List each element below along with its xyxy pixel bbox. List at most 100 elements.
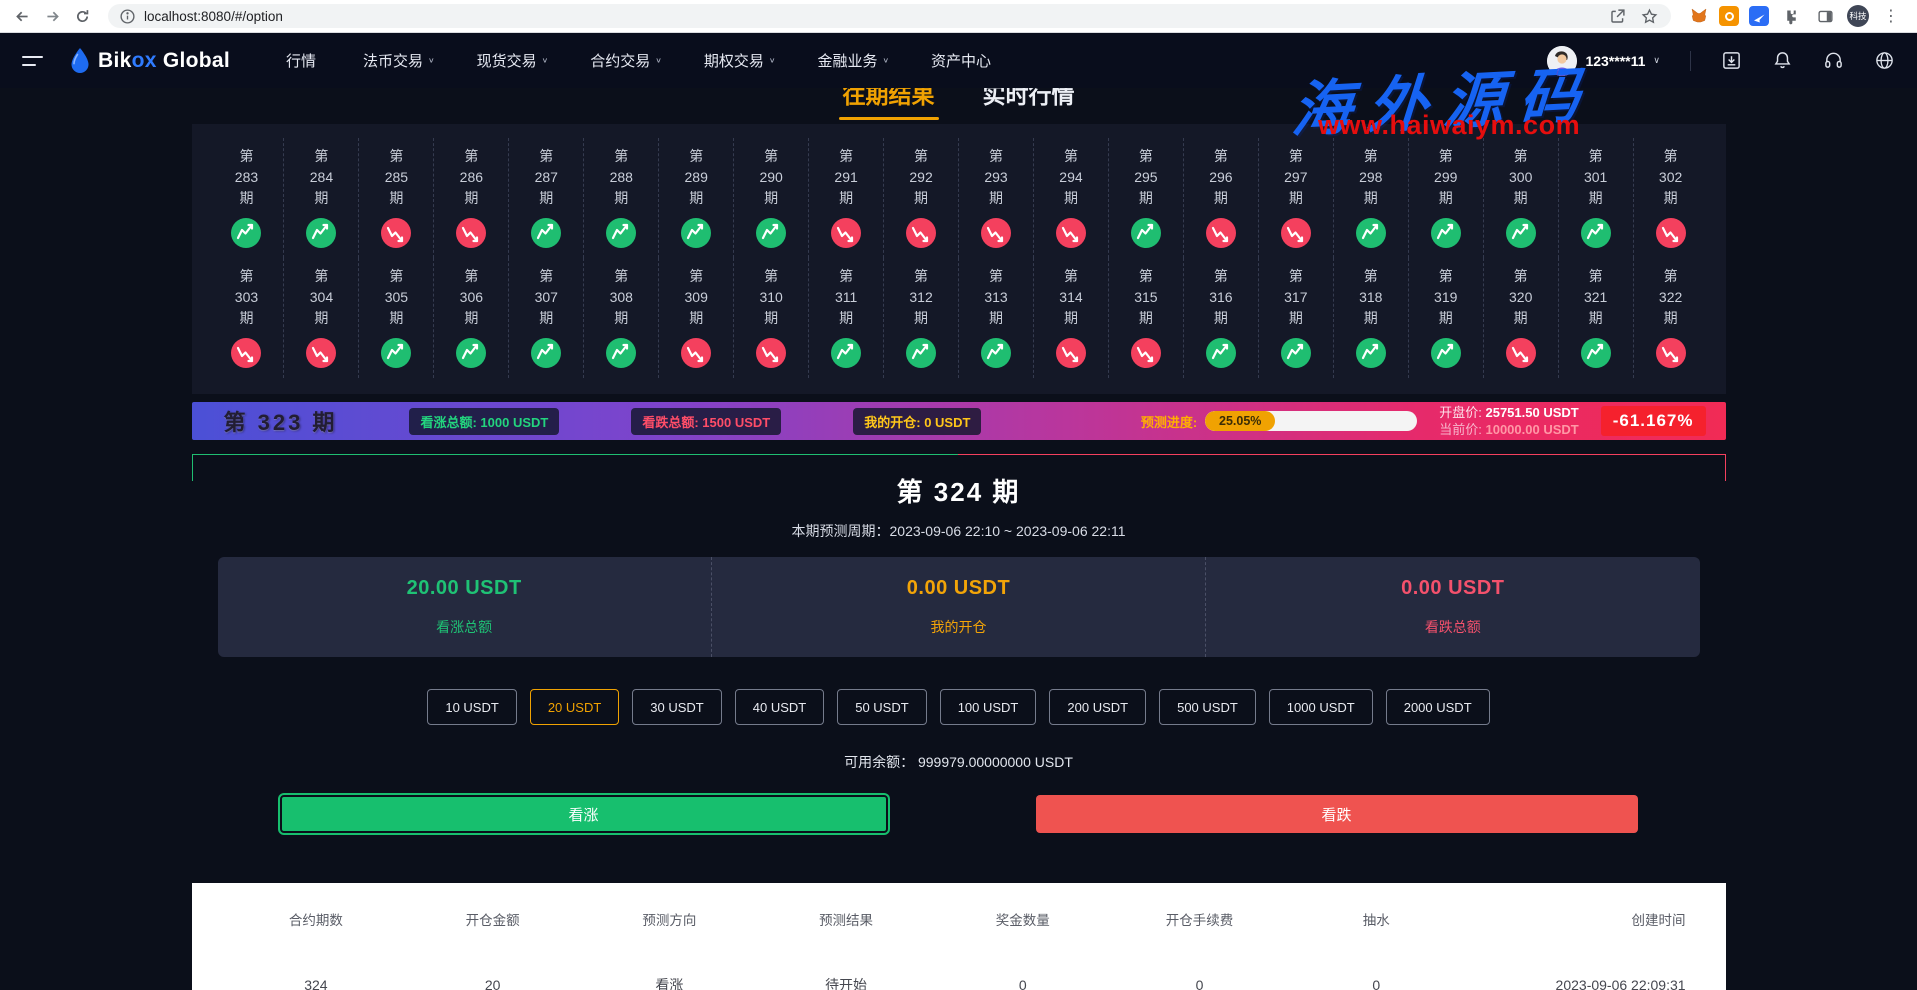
period-suffix: 期: [989, 188, 1003, 209]
nav-menu: 行情 法币交易 ∨ 现货交易 ∨ 合约交易 ∨ 期权交易 ∨ 金融业务 ∨ 资产…: [286, 50, 996, 71]
amount-button[interactable]: 1000 USDT: [1269, 689, 1373, 725]
period-prefix: 第: [1139, 146, 1153, 167]
period-number: 284: [310, 167, 333, 188]
period-suffix: 期: [764, 308, 778, 329]
user-menu[interactable]: 123****11 ∨: [1547, 46, 1660, 76]
period-suffix: 期: [614, 188, 628, 209]
trend-icon: [756, 338, 786, 368]
url-text[interactable]: localhost:8080/#/option: [144, 9, 1597, 24]
amount-button[interactable]: 200 USDT: [1049, 689, 1146, 725]
period-prefix: 第: [764, 146, 778, 167]
amount-button[interactable]: 50 USDT: [837, 689, 926, 725]
back-icon[interactable]: [10, 4, 34, 28]
divider: [1690, 51, 1691, 71]
period-prefix: 第: [314, 266, 328, 287]
trend-icon: [231, 218, 261, 248]
nav-item-label: 现货交易: [477, 50, 537, 71]
nav-menu-item[interactable]: 行情: [286, 50, 321, 71]
main-content: 往期结果 实时行情 第 283 期: [0, 88, 1917, 990]
browser-menu-icon[interactable]: ⋮: [1879, 6, 1903, 26]
chevron-down-icon: ∨: [882, 56, 889, 65]
period-cell: 第 313 期: [959, 258, 1034, 378]
nav-menu-item[interactable]: 法币交易 ∨: [363, 50, 435, 71]
change-percent-badge: -61.167%: [1601, 406, 1706, 436]
tab-label: 往期结果: [843, 88, 935, 110]
period-suffix: 期: [1289, 308, 1303, 329]
brand-logo[interactable]: Bikox Global: [68, 47, 230, 75]
period-suffix: 期: [1589, 188, 1603, 209]
support-headset-icon[interactable]: [1823, 50, 1844, 71]
period-number: 293: [984, 167, 1007, 188]
buy-down-button[interactable]: 看跌: [1036, 795, 1638, 833]
period-cell: 第 303 期: [210, 258, 285, 378]
url-bar[interactable]: localhost:8080/#/option: [108, 4, 1671, 28]
period-suffix: 期: [1064, 188, 1078, 209]
period-cell: 第 297 期: [1259, 138, 1334, 258]
period-prefix: 第: [1064, 266, 1078, 287]
blue-extension-icon[interactable]: [1749, 6, 1769, 26]
period-suffix: 期: [1439, 308, 1453, 329]
tab[interactable]: 实时行情: [979, 88, 1079, 122]
tab[interactable]: 往期结果: [839, 88, 939, 122]
period-cell: 第 294 期: [1034, 138, 1109, 258]
language-globe-icon[interactable]: [1874, 50, 1895, 71]
amount-button[interactable]: 30 USDT: [632, 689, 721, 725]
period-cell: 第 296 期: [1184, 138, 1259, 258]
period-number: 305: [385, 287, 408, 308]
period-row-2: 第 303 期 第 304: [210, 258, 1708, 378]
buy-up-button[interactable]: 看涨: [280, 795, 888, 833]
notifications-bell-icon[interactable]: [1772, 50, 1793, 71]
period-suffix: 期: [764, 188, 778, 209]
nav-menu-item[interactable]: 金融业务 ∨: [817, 50, 889, 71]
stat-value: 0.00 USDT: [907, 577, 1010, 600]
hamburger-menu-icon[interactable]: [22, 56, 46, 66]
amount-button[interactable]: 10 USDT: [427, 689, 516, 725]
period-cell: 第 293 期: [959, 138, 1034, 258]
period-prefix: 第: [1439, 266, 1453, 287]
period-number: 303: [235, 287, 258, 308]
nav-menu-item[interactable]: 期权交易 ∨: [704, 50, 776, 71]
amount-button[interactable]: 2000 USDT: [1386, 689, 1490, 725]
browser-profile-avatar[interactable]: 科技: [1847, 5, 1869, 27]
download-app-icon[interactable]: [1721, 50, 1742, 71]
period-suffix: 期: [539, 308, 553, 329]
metamask-icon[interactable]: [1689, 6, 1709, 26]
bookmark-star-icon[interactable]: [1637, 4, 1661, 28]
period-number: 298: [1359, 167, 1382, 188]
table-header-cell: 创建时间: [1465, 909, 1690, 929]
amount-button[interactable]: 20 USDT: [530, 689, 619, 725]
prediction-progress-bar: 25.05%: [1205, 411, 1417, 431]
table-header-cell: 开仓手续费: [1111, 909, 1288, 929]
period-number: 299: [1434, 167, 1457, 188]
orders-table: 合约期数开仓金额预测方向预测结果奖金数量开仓手续费抽水创建时间 32420看涨待…: [192, 883, 1726, 990]
amount-button[interactable]: 500 USDT: [1159, 689, 1256, 725]
period-cell: 第 292 期: [884, 138, 959, 258]
period-cell: 第 310 期: [734, 258, 809, 378]
nav-menu-item[interactable]: 资产中心: [931, 50, 996, 71]
period-cell: 第 283 期: [210, 138, 285, 258]
balance-label: 可用余额：: [844, 754, 914, 770]
amount-options: 10 USDT 20 USDT 30 USDT 40 USDT 50 USDT 100 U…: [192, 689, 1726, 725]
table-cell: 0: [1288, 977, 1465, 990]
period-number: 295: [1134, 167, 1157, 188]
period-number: 302: [1659, 167, 1682, 188]
period-suffix: 期: [989, 308, 1003, 329]
amount-button[interactable]: 40 USDT: [735, 689, 824, 725]
amount-button[interactable]: 100 USDT: [940, 689, 1037, 725]
next-round-title: 第 324 期: [192, 472, 1726, 509]
period-suffix: 期: [1214, 188, 1228, 209]
period-cell: 第 309 期: [659, 258, 734, 378]
site-info-icon[interactable]: [118, 7, 136, 25]
nav-menu-item[interactable]: 合约交易 ∨: [590, 50, 662, 71]
period-prefix: 第: [914, 146, 928, 167]
wallet-extension-icon[interactable]: [1719, 6, 1739, 26]
side-panel-icon[interactable]: [1813, 4, 1837, 28]
period-cell: 第 316 期: [1184, 258, 1259, 378]
reload-icon[interactable]: [70, 4, 94, 28]
nav-menu-item[interactable]: 现货交易 ∨: [477, 50, 549, 71]
extensions-puzzle-icon[interactable]: [1779, 4, 1803, 28]
period-suffix: 期: [839, 188, 853, 209]
forward-icon[interactable]: [40, 4, 64, 28]
period-number: 286: [460, 167, 483, 188]
share-icon[interactable]: [1605, 4, 1629, 28]
